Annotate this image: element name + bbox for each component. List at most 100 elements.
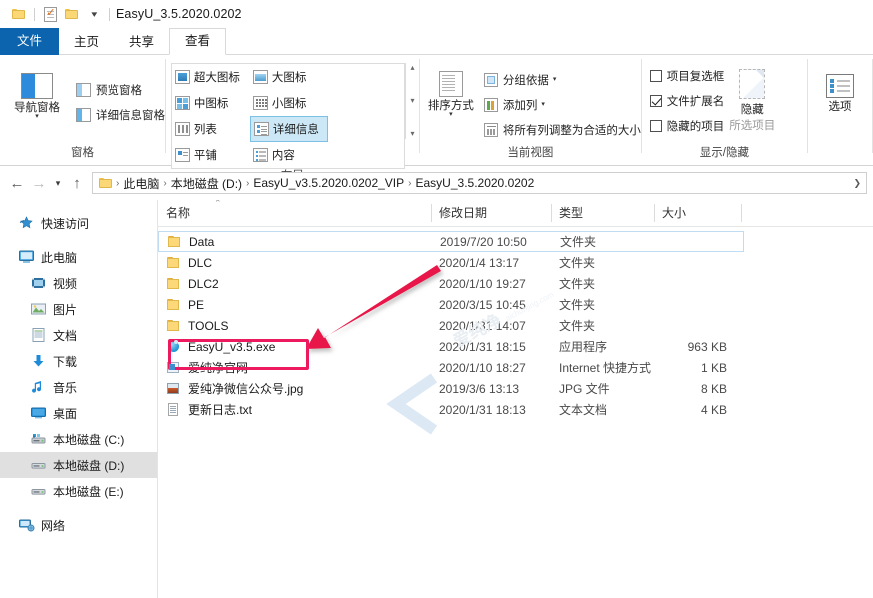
checkbox-icon[interactable] (650, 70, 662, 82)
sidebar-item-this-pc[interactable]: 此电脑 (0, 244, 157, 270)
qat-divider-1 (34, 8, 35, 21)
ribbon-tab-strip: 文件 主页 共享 查看 (0, 28, 873, 55)
file-list-area: 名称 ⌃ 修改日期 类型 大小 Data 2019/7/20 10:50 文件夹 (158, 200, 873, 598)
view-details[interactable]: 详细信息 (250, 116, 328, 142)
file-rows: Data 2019/7/20 10:50 文件夹 DLC 2020/1/4 13… (158, 227, 873, 420)
view-small-icons[interactable]: 小图标 (250, 90, 328, 116)
chevron-down-icon: ▾ (449, 112, 453, 117)
ribbon-group-options: 选项 (808, 55, 872, 165)
desktop-icon (30, 405, 47, 421)
tiles-view-icon (175, 148, 190, 162)
sidebar-item-pictures[interactable]: 图片 (0, 296, 157, 322)
sidebar-item-drive-e[interactable]: 本地磁盘 (E:) (0, 478, 157, 504)
system-drive-icon (30, 431, 47, 447)
table-row[interactable]: DLC2 2020/1/10 19:27 文件夹 (158, 273, 873, 294)
table-row[interactable]: PE 2020/3/15 10:45 文件夹 (158, 294, 873, 315)
breadcrumb-this-pc[interactable]: 此电脑 (120, 175, 162, 192)
sidebar-item-network[interactable]: 网络 (0, 512, 157, 538)
fit-all-columns-button[interactable]: 将所有列调整为合适的大小 (482, 117, 641, 142)
scroll-up-icon[interactable]: ▴ (410, 64, 414, 72)
documents-icon (30, 327, 47, 343)
sidebar-item-drive-c[interactable]: 本地磁盘 (C:) (0, 426, 157, 452)
pictures-icon (30, 301, 47, 317)
properties-icon[interactable]: ✓ (39, 3, 61, 25)
view-tiles[interactable]: 平铺 (172, 142, 250, 168)
sidebar-label: 视频 (53, 275, 77, 292)
scroll-down-icon[interactable]: ▾ (410, 97, 414, 105)
column-header-date-modified[interactable]: 修改日期 (431, 200, 551, 226)
new-folder-icon[interactable] (61, 3, 83, 25)
sidebar-item-downloads[interactable]: 下载 (0, 348, 157, 374)
column-header-size[interactable]: 大小 (654, 200, 741, 226)
view-list[interactable]: 列表 (172, 116, 250, 142)
sidebar-item-quick-access[interactable]: 快速访问 (0, 210, 157, 236)
hidden-items-option[interactable]: 隐藏的项目 (648, 113, 725, 138)
sidebar-item-music[interactable]: 音乐 (0, 374, 157, 400)
ribbon: 导航窗格 ▾ 预览窗格 详细信息窗格 窗格 (0, 55, 873, 166)
sort-ascending-icon: ⌃ (214, 200, 222, 208)
layout-gallery-scrollbar[interactable]: ▴ ▾ ▾ (405, 63, 419, 139)
breadcrumb-easyu-vip[interactable]: EasyU_v3.5.2020.0202_VIP (250, 176, 407, 190)
column-header-type[interactable]: 类型 (551, 200, 654, 226)
table-row[interactable]: EasyU_v3.5.exe 2020/1/31 18:15 应用程序 963 … (158, 336, 873, 357)
group-label-show-hide: 显示/隐藏 (642, 146, 807, 165)
customize-dropdown-icon[interactable]: ▾ (83, 3, 105, 25)
preview-pane-button[interactable]: 预览窗格 (74, 77, 165, 102)
downloads-icon (30, 353, 47, 369)
table-row[interactable]: DLC 2020/1/4 13:17 文件夹 (158, 252, 873, 273)
sidebar-item-drive-d[interactable]: 本地磁盘 (D:) (0, 452, 157, 478)
sidebar-item-desktop[interactable]: 桌面 (0, 400, 157, 426)
tab-share[interactable]: 共享 (114, 29, 169, 55)
ribbon-group-layout: 超大图标 大图标 中图标 小图标 列表 详细信息 平铺 内容 ▴ ▾ ▾ 布局 (166, 55, 419, 165)
checkbox-icon[interactable] (650, 120, 662, 132)
options-button[interactable]: 选项 (810, 69, 870, 114)
chevron-right-icon[interactable]: ❯ (853, 178, 861, 189)
sidebar-item-videos[interactable]: 视频 (0, 270, 157, 296)
table-row[interactable]: Data 2019/7/20 10:50 文件夹 (158, 231, 744, 252)
txt-icon (166, 403, 181, 417)
chevron-down-icon: ▾ (541, 102, 545, 108)
view-extra-large-icons[interactable]: 超大图标 (172, 64, 250, 90)
layout-view-gallery[interactable]: 超大图标 大图标 中图标 小图标 列表 详细信息 平铺 内容 (171, 63, 405, 169)
sort-by-button[interactable]: 排序方式 ▾ (420, 61, 482, 117)
recent-locations-button[interactable]: ▾ (50, 172, 66, 194)
hide-selected-items-button[interactable]: 隐藏 所选项目 (724, 63, 780, 133)
sidebar-label: 快速访问 (41, 215, 89, 232)
breadcrumb[interactable]: › 此电脑 › 本地磁盘 (D:) › EasyU_v3.5.2020.0202… (92, 172, 867, 194)
table-row[interactable]: TOOLS 2020/1/31 14:07 文件夹 (158, 315, 873, 336)
group-by-button[interactable]: 分组依据 ▾ (482, 67, 641, 92)
tab-home[interactable]: 主页 (59, 29, 114, 55)
folder-icon[interactable] (8, 3, 30, 25)
tab-file[interactable]: 文件 (0, 28, 59, 55)
table-row[interactable]: 更新日志.txt 2020/1/31 18:13 文本文档 4 KB (158, 399, 873, 420)
forward-button[interactable]: → (28, 172, 50, 194)
ribbon-group-show-hide: 项目复选框 文件扩展名 隐藏的项目 隐藏 所选项目 (642, 55, 807, 165)
nav-pane-button[interactable]: 导航窗格 ▾ (0, 59, 74, 119)
column-headers: 名称 ⌃ 修改日期 类型 大小 (158, 200, 873, 227)
details-pane-icon (76, 108, 91, 122)
up-button[interactable]: ↑ (66, 172, 88, 194)
back-button[interactable]: ← (6, 172, 28, 194)
column-header-name[interactable]: 名称 ⌃ (158, 200, 431, 226)
breadcrumb-drive-d[interactable]: 本地磁盘 (D:) (168, 175, 245, 192)
details-pane-button[interactable]: 详细信息窗格 (74, 102, 165, 127)
table-row[interactable]: 爱纯净微信公众号.jpg 2019/3/6 13:13 JPG 文件 8 KB (158, 378, 873, 399)
file-extensions-option[interactable]: 文件扩展名 (648, 88, 725, 113)
folder-icon (166, 277, 181, 291)
table-row[interactable]: 爱纯净官网 2020/1/10 18:27 Internet 快捷方式 1 KB (158, 357, 873, 378)
item-checkboxes-option[interactable]: 项目复选框 (648, 63, 725, 88)
breadcrumb-current-folder[interactable]: EasyU_3.5.2020.0202 (413, 176, 538, 190)
window-title: EasyU_3.5.2020.0202 (116, 7, 242, 21)
gallery-more-icon[interactable]: ▾ (410, 130, 414, 138)
view-large-icons[interactable]: 大图标 (250, 64, 328, 90)
view-content[interactable]: 内容 (250, 142, 328, 168)
sidebar-item-documents[interactable]: 文档 (0, 322, 157, 348)
address-bar: ← → ▾ ↑ › 此电脑 › 本地磁盘 (D:) › EasyU_v3.5.2… (0, 166, 873, 200)
add-columns-button[interactable]: 添加列 ▾ (482, 92, 641, 117)
fit-columns-icon (484, 123, 498, 137)
folder-icon (166, 298, 181, 312)
view-medium-icons[interactable]: 中图标 (172, 90, 250, 116)
chevron-down-icon: ▾ (35, 114, 39, 119)
tab-view[interactable]: 查看 (169, 28, 226, 55)
checkbox-checked-icon[interactable] (650, 95, 662, 107)
